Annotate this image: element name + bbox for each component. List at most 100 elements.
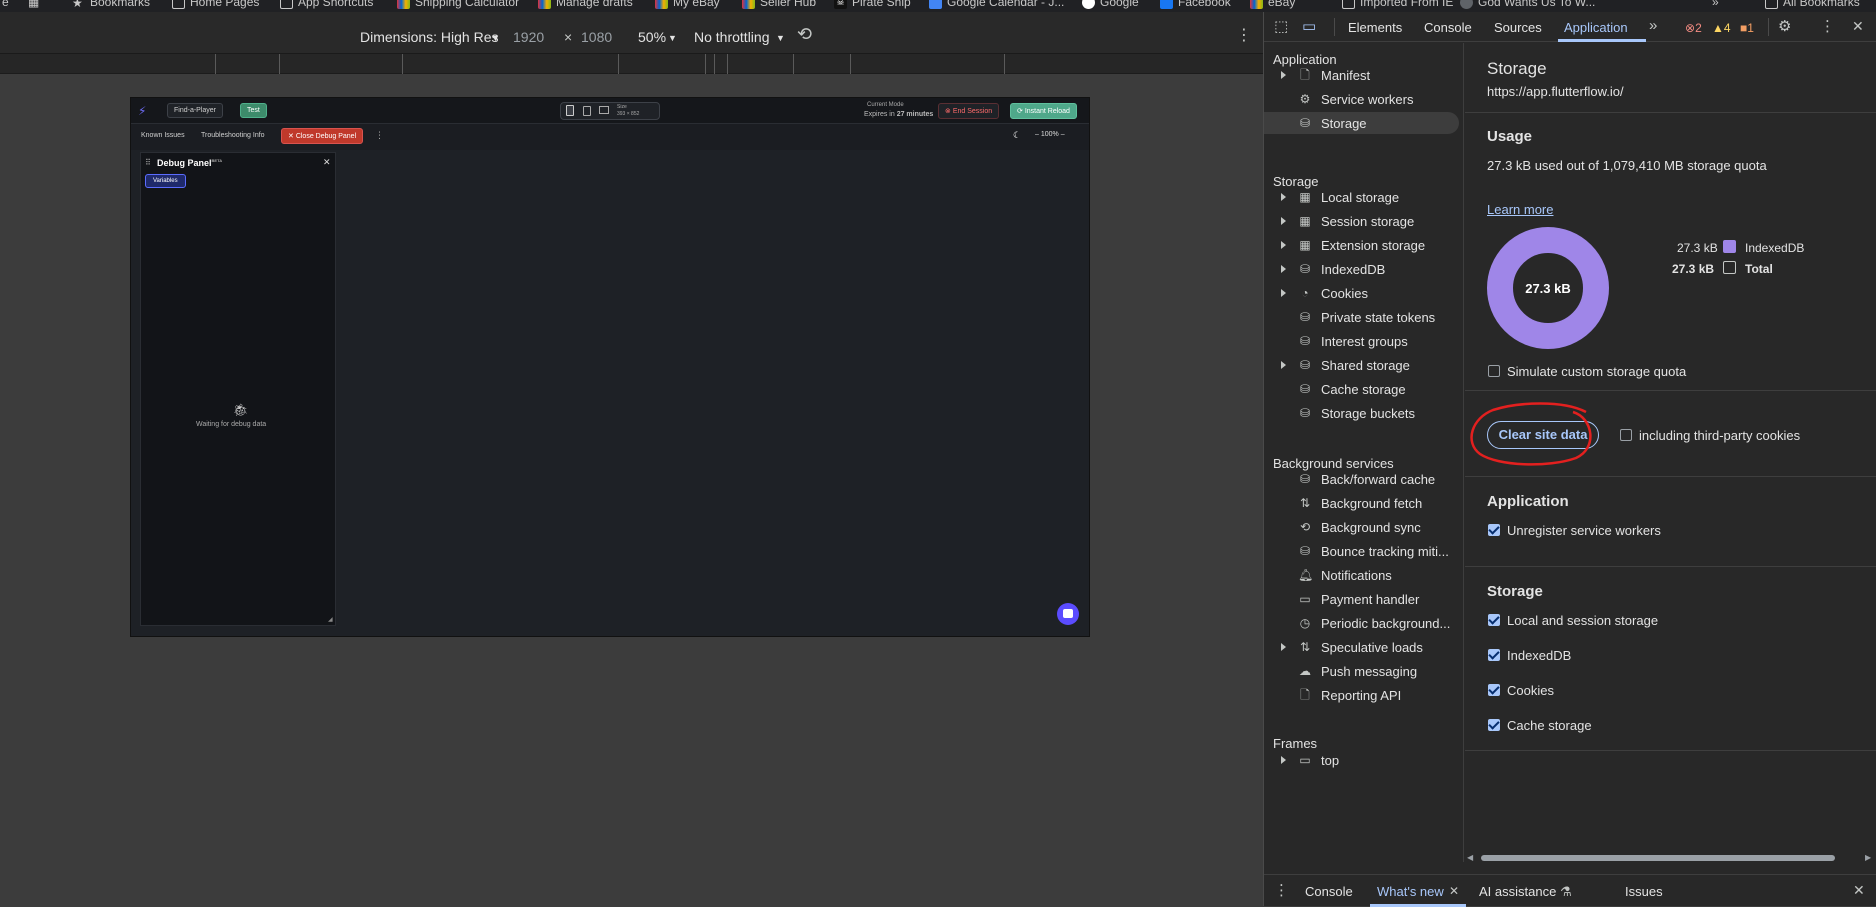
indexeddb-checkbox[interactable]: [1488, 649, 1500, 661]
expand-arrow-icon[interactable]: [1281, 241, 1286, 249]
horizontal-scrollbar-thumb[interactable]: [1481, 855, 1835, 861]
close-drawer-icon[interactable]: ✕: [1853, 882, 1865, 899]
third-party-cookies-checkbox[interactable]: [1620, 429, 1632, 441]
bookmark-home-pages[interactable]: Home Pages: [172, 0, 259, 9]
dimensions-select[interactable]: Dimensions: High Res: [360, 29, 499, 45]
instant-reload-button[interactable]: ⟳ Instant Reload: [1010, 103, 1077, 119]
sidebar-item-private-state-tokens[interactable]: ⛁ Private state tokens: [1264, 306, 1464, 328]
zoom-select[interactable]: 50%: [638, 29, 666, 45]
bookmark-app-shortcuts[interactable]: App Shortcuts: [280, 0, 373, 9]
drawer-tab-ai-assistance[interactable]: AI assistance ⚗: [1479, 884, 1572, 900]
bookmark-facebook[interactable]: Facebook: [1160, 0, 1231, 9]
bookmark-all[interactable]: All Bookmarks: [1765, 0, 1860, 9]
expand-arrow-icon[interactable]: [1281, 643, 1286, 651]
width-input[interactable]: 1920: [513, 29, 544, 45]
sidebar-item-local-storage[interactable]: ▦ Local storage: [1264, 186, 1464, 208]
sidebar-item-cache-storage[interactable]: ⛁ Cache storage: [1264, 378, 1464, 400]
sidebar-item-bounce-tracking[interactable]: ⛁ Bounce tracking miti...: [1264, 540, 1464, 562]
drawer-tab-console[interactable]: Console: [1305, 884, 1353, 899]
drawer-tab-issues[interactable]: Issues: [1625, 884, 1663, 899]
sidebar-item-storage-buckets[interactable]: ⛁ Storage buckets: [1264, 402, 1464, 424]
warnings-count[interactable]: ▲4: [1712, 21, 1731, 35]
emulated-zoom[interactable]: – 100% –: [1035, 131, 1065, 138]
throttling-select[interactable]: No throttling: [694, 29, 769, 45]
resize-handle-icon[interactable]: ◢: [328, 616, 333, 623]
scroll-left-icon[interactable]: ◀: [1467, 853, 1473, 862]
sidebar-item-cookies[interactable]: ◔ Cookies: [1264, 282, 1464, 304]
drag-handle-icon[interactable]: ⠿: [145, 158, 151, 167]
bookmark-google[interactable]: Google: [1082, 0, 1139, 9]
close-debug-panel-button[interactable]: ✕ Close Debug Panel: [281, 128, 364, 144]
height-input[interactable]: 1080: [581, 29, 612, 45]
variables-button[interactable]: Variables: [145, 174, 186, 188]
desktop-icon[interactable]: [599, 106, 609, 114]
expand-arrow-icon[interactable]: [1281, 265, 1286, 273]
close-icon[interactable]: ✕: [323, 157, 331, 168]
known-issues-tab[interactable]: Known Issues: [135, 129, 191, 142]
sidebar-item-frame-top[interactable]: ▭ top: [1264, 749, 1464, 771]
sidebar-item-session-storage[interactable]: ▦ Session storage: [1264, 210, 1464, 232]
simulate-quota-checkbox[interactable]: [1488, 365, 1500, 377]
expand-arrow-icon[interactable]: [1281, 217, 1286, 225]
sidebar-item-manifest[interactable]: 🗋︎ Manifest: [1264, 64, 1464, 86]
unregister-sw-checkbox[interactable]: [1488, 524, 1500, 536]
sidebar-item-periodic-background[interactable]: ◷ Periodic background...: [1264, 612, 1464, 634]
close-devtools-icon[interactable]: ✕: [1852, 18, 1864, 35]
bookmark-google-calendar[interactable]: Google Calendar - J...: [929, 0, 1064, 9]
sidebar-item-payment-handler[interactable]: ▭ Payment handler: [1264, 588, 1464, 610]
more-tabs-icon[interactable]: »: [1649, 17, 1657, 34]
dark-mode-icon[interactable]: ☾: [1013, 130, 1021, 141]
bookmark-pirate-ship[interactable]: ☠ Pirate Ship: [834, 0, 911, 9]
sidebar-item-extension-storage[interactable]: ▦ Extension storage: [1264, 234, 1464, 256]
rotate-icon[interactable]: ⟲: [797, 24, 812, 45]
more-options-icon[interactable]: ⋮: [1236, 25, 1252, 45]
sidebar-item-indexeddb[interactable]: ⛁ IndexedDB: [1264, 258, 1464, 280]
more-options-icon[interactable]: ⋮: [1820, 17, 1835, 35]
phone-icon[interactable]: [566, 105, 574, 116]
device-toolbar-icon[interactable]: ▭: [1302, 17, 1316, 35]
test-mode-pill[interactable]: Test: [240, 103, 267, 118]
bookmark-ebay[interactable]: eBay: [1250, 0, 1295, 9]
tablet-icon[interactable]: [583, 106, 591, 116]
media-query-ruler[interactable]: [0, 54, 1263, 74]
sidebar-item-notifications[interactable]: 🔔︎ Notifications: [1264, 564, 1464, 586]
local-session-storage-checkbox[interactable]: [1488, 614, 1500, 626]
inspect-element-icon[interactable]: ⬚: [1274, 17, 1288, 35]
expand-arrow-icon[interactable]: [1281, 361, 1286, 369]
project-name-pill[interactable]: Find-a-Player: [167, 103, 224, 118]
expand-arrow-icon[interactable]: [1281, 756, 1286, 764]
bookmark-shipping[interactable]: Shipping Calculator: [397, 0, 519, 9]
bookmarks-overflow-icon[interactable]: »: [1712, 0, 1719, 9]
bookmark-my-ebay[interactable]: My eBay: [655, 0, 720, 9]
expand-arrow-icon[interactable]: [1281, 193, 1286, 201]
sidebar-item-bfcache[interactable]: ⛁ Back/forward cache: [1264, 468, 1464, 490]
drawer-menu-icon[interactable]: ⋮: [1274, 881, 1289, 899]
tab-sources[interactable]: Sources: [1494, 20, 1542, 35]
end-session-button[interactable]: ⊗ End Session: [938, 103, 1000, 119]
settings-gear-icon[interactable]: ⚙: [1778, 17, 1791, 35]
sidebar-item-storage[interactable]: ⛁ Storage: [1264, 112, 1459, 134]
apps-icon[interactable]: ▦: [28, 0, 39, 9]
tab-elements[interactable]: Elements: [1348, 20, 1402, 35]
scroll-right-icon[interactable]: ▶: [1865, 853, 1871, 862]
sidebar-item-push-messaging[interactable]: ☁ Push messaging: [1264, 660, 1464, 682]
bookmark-manage-drafts[interactable]: Manage drafts: [538, 0, 633, 9]
sidebar-item-interest-groups[interactable]: ⛁ Interest groups: [1264, 330, 1464, 352]
bookmark-seller-hub[interactable]: Seller Hub: [742, 0, 816, 9]
cookies-checkbox[interactable]: [1488, 684, 1500, 696]
sidebar-item-background-sync[interactable]: ⟲ Background sync: [1264, 516, 1464, 538]
chat-bubble-icon[interactable]: [1057, 603, 1079, 625]
more-icon[interactable]: ⋮: [375, 130, 384, 141]
sidebar-item-service-workers[interactable]: ⚙ Service workers: [1264, 88, 1464, 110]
errors-count[interactable]: ⊗2: [1685, 21, 1702, 35]
drawer-tab-whats-new[interactable]: What's new: [1377, 884, 1444, 899]
tab-console[interactable]: Console: [1424, 20, 1472, 35]
info-count[interactable]: ■1: [1740, 21, 1754, 35]
sidebar-item-background-fetch[interactable]: ⇅ Background fetch: [1264, 492, 1464, 514]
expand-arrow-icon[interactable]: [1281, 71, 1286, 79]
sidebar-item-speculative-loads[interactable]: ⇅ Speculative loads: [1264, 636, 1464, 658]
sidebar-item-reporting-api[interactable]: 🗋︎ Reporting API: [1264, 684, 1464, 706]
bookmark-imported-ie[interactable]: Imported From IE: [1342, 0, 1453, 9]
troubleshooting-tab[interactable]: Troubleshooting Info: [195, 129, 271, 142]
device-size-selector[interactable]: Size 393 × 852: [560, 102, 660, 120]
